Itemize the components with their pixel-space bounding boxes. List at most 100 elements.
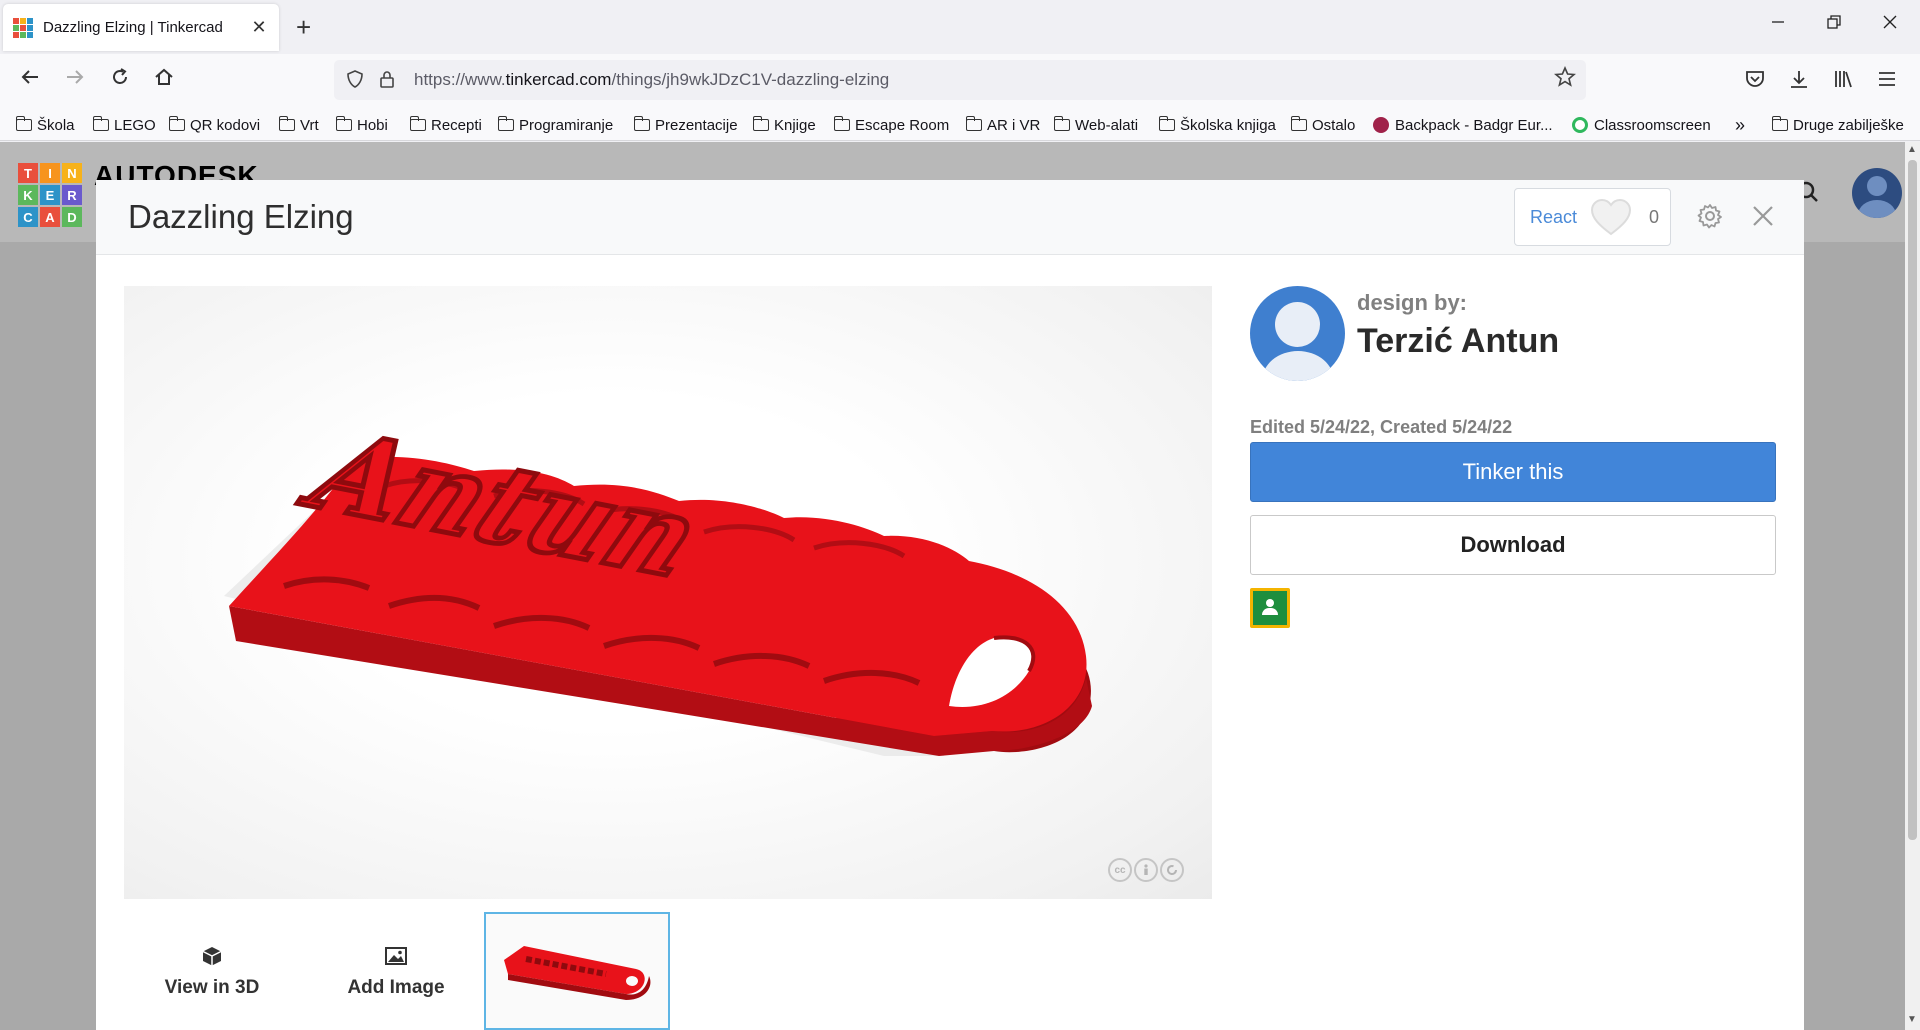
logo-letter: C (18, 207, 38, 227)
bookmark-folder[interactable]: Hobi (335, 115, 388, 135)
bookmarks-overflow-button[interactable]: » (1735, 115, 1745, 135)
folder-icon (278, 116, 295, 131)
forward-icon[interactable] (60, 66, 90, 96)
tab-title: Dazzling Elzing | Tinkercad (43, 19, 223, 36)
bookmarks-toolbar: Škola LEGO QR kodovi Vrt Hobi Recepti Pr… (0, 108, 1920, 141)
logo-letter: D (62, 207, 82, 227)
bookmark-link[interactable]: Classroomscreen (1572, 115, 1711, 135)
logo-letter: I (40, 163, 60, 183)
folder-icon (497, 116, 514, 131)
bookmark-folder[interactable]: QR kodovi (168, 115, 260, 135)
add-image-label: Add Image (347, 977, 445, 998)
new-tab-button[interactable]: + (296, 13, 311, 41)
share-alike-icon (1160, 858, 1184, 882)
modal-header: Dazzling Elzing React 0 (96, 180, 1804, 255)
folder-icon (633, 116, 650, 131)
bookmark-folder[interactable]: Vrt (278, 115, 319, 135)
folder-icon (1053, 116, 1070, 131)
image-icon (385, 947, 407, 965)
folder-icon (1771, 116, 1788, 131)
selected-thumbnail[interactable] (484, 912, 670, 1030)
address-bar[interactable]: https://www.tinkercad.com/things/jh9wkJD… (334, 60, 1586, 100)
folder-icon (752, 116, 769, 131)
library-icon[interactable] (1832, 68, 1854, 96)
menu-icon[interactable] (1876, 68, 1898, 96)
google-classroom-icon[interactable] (1250, 588, 1290, 628)
logo-letter: R (62, 185, 82, 205)
logo-letter: E (40, 185, 60, 205)
browser-tab[interactable]: Dazzling Elzing | Tinkercad ✕ (3, 4, 279, 51)
browser-tab-bar: Dazzling Elzing | Tinkercad ✕ + (0, 0, 1920, 54)
logo-letter: K (18, 185, 38, 205)
classroomscreen-icon (1572, 117, 1588, 133)
restore-icon[interactable] (1826, 14, 1842, 35)
folder-icon (833, 116, 850, 131)
cc-icon: cc (1108, 858, 1132, 882)
scroll-up-icon[interactable]: ▲ (1907, 144, 1917, 155)
page-scrollbar[interactable]: ▲ ▼ (1905, 142, 1920, 1030)
bookmark-folder[interactable]: Recepti (409, 115, 482, 135)
bookmark-folder[interactable]: AR i VR (965, 115, 1040, 135)
bookmark-folder[interactable]: Escape Room (833, 115, 949, 135)
scroll-down-icon[interactable]: ▼ (1907, 1014, 1917, 1025)
author-avatar[interactable] (1250, 286, 1345, 381)
logo-letter: A (40, 207, 60, 227)
keychain-thumbnail-image (504, 946, 651, 1000)
shield-icon[interactable] (344, 69, 366, 91)
url-text[interactable]: https://www.tinkercad.com/things/jh9wkJD… (414, 70, 889, 90)
cube-icon (202, 947, 222, 966)
gear-icon[interactable] (1696, 202, 1724, 230)
react-label: React (1530, 206, 1578, 227)
bookmark-link[interactable]: Backpack - Badgr Eur... (1373, 115, 1553, 135)
download-button[interactable]: Download (1250, 515, 1776, 575)
tinkercad-favicon-icon (13, 17, 33, 38)
bookmark-folder[interactable]: Prezentacije (633, 115, 738, 135)
bookmark-folder[interactable]: Knjige (752, 115, 816, 135)
license-icons[interactable]: cc (1108, 858, 1184, 882)
user-avatar[interactable] (1852, 168, 1902, 218)
reload-icon[interactable] (105, 66, 135, 96)
tinkercad-logo[interactable]: TIN KER CAD (18, 163, 82, 227)
heart-icon[interactable] (1589, 197, 1633, 237)
bookmark-folder[interactable]: Školska knjiga (1158, 115, 1276, 135)
logo-letter: T (18, 163, 38, 183)
design-preview[interactable]: Antun (124, 286, 1212, 899)
bookmark-folder[interactable]: Programiranje (497, 115, 613, 135)
folder-icon (1158, 116, 1175, 131)
react-count: 0 (1649, 206, 1660, 227)
bookmark-folder[interactable]: LEGO (92, 115, 156, 135)
bookmark-star-icon[interactable] (1553, 65, 1577, 94)
logo-letter: N (62, 163, 82, 183)
minimize-icon[interactable] (1770, 14, 1786, 35)
view-in-3d-label: View in 3D (164, 977, 260, 998)
close-icon[interactable] (1749, 202, 1777, 230)
home-icon[interactable] (149, 66, 179, 96)
folder-icon (15, 116, 32, 131)
modal-title: Dazzling Elzing (128, 198, 354, 235)
edited-date: Edited 5/24/22, Created 5/24/22 (1250, 417, 1513, 437)
scrollbar-thumb[interactable] (1908, 160, 1917, 840)
folder-icon (965, 116, 982, 131)
bookmark-folder[interactable]: Škola (15, 115, 75, 135)
folder-icon (1290, 116, 1307, 131)
folder-icon (92, 116, 109, 131)
bookmark-folder[interactable]: Druge zabilješke (1771, 115, 1904, 135)
pocket-icon[interactable] (1744, 68, 1766, 96)
tab-close-icon[interactable]: ✕ (249, 17, 269, 38)
author-name[interactable]: Terzić Antun (1357, 322, 1559, 361)
view-in-3d-button[interactable]: View in 3D (137, 914, 287, 1030)
attribution-icon (1134, 858, 1158, 882)
lock-icon[interactable] (376, 69, 398, 91)
tinker-this-button[interactable]: Tinker this (1250, 442, 1776, 502)
add-image-button[interactable]: Add Image (321, 914, 471, 1030)
bookmark-folder[interactable]: Web-alati (1053, 115, 1138, 135)
bookmark-folder[interactable]: Ostalo (1290, 115, 1355, 135)
download-icon[interactable] (1788, 68, 1810, 96)
window-close-icon[interactable] (1882, 14, 1898, 35)
design-by-label: design by: (1357, 290, 1468, 315)
react-button[interactable]: React 0 (1514, 188, 1671, 246)
folder-icon (335, 116, 352, 131)
keychain-model-image: Antun (224, 405, 1092, 756)
folder-icon (168, 116, 185, 131)
back-icon[interactable] (15, 66, 45, 96)
